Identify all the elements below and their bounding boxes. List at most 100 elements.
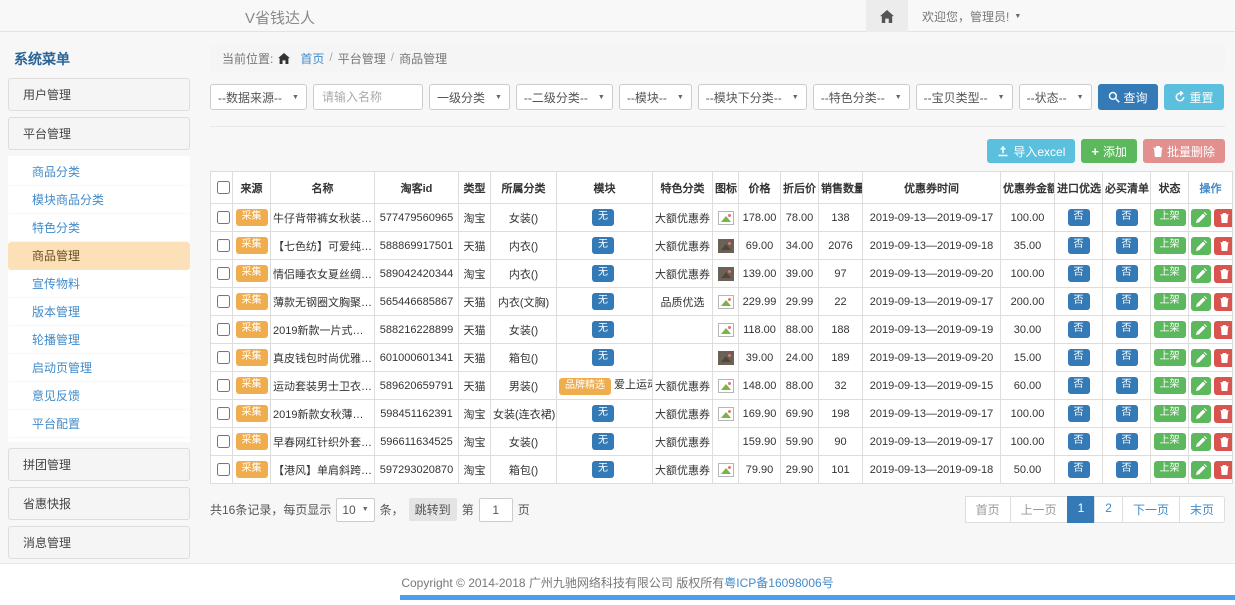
row-checkbox[interactable]: [217, 295, 230, 308]
must-buy-badge[interactable]: 否: [1116, 209, 1138, 226]
sidebar-subitem[interactable]: 轮播管理: [8, 326, 190, 354]
import-select-badge[interactable]: 否: [1068, 461, 1090, 478]
page-input[interactable]: [479, 498, 513, 522]
edit-button[interactable]: [1191, 349, 1211, 367]
edit-button[interactable]: [1191, 265, 1211, 283]
row-checkbox[interactable]: [217, 463, 230, 476]
row-checkbox[interactable]: [217, 351, 230, 364]
breadcrumb-label[interactable]: 平台管理: [338, 50, 386, 67]
page-button[interactable]: 上一页: [1010, 496, 1068, 523]
search-button[interactable]: 查询: [1098, 84, 1158, 110]
must-buy-badge[interactable]: 否: [1116, 237, 1138, 254]
delete-button[interactable]: [1214, 433, 1233, 451]
sidebar-subitem[interactable]: 宣传物料: [8, 270, 190, 298]
delete-button[interactable]: [1214, 237, 1233, 255]
sidebar-subitem[interactable]: 启动页管理: [8, 354, 190, 382]
row-checkbox[interactable]: [217, 267, 230, 280]
sidebar-subitem[interactable]: 商品管理: [8, 242, 190, 270]
import-select-badge[interactable]: 否: [1068, 265, 1090, 282]
import-select-badge[interactable]: 否: [1068, 321, 1090, 338]
filter-select[interactable]: --模块下分类--▼: [698, 84, 807, 110]
status-badge[interactable]: 上架: [1154, 321, 1186, 338]
must-buy-badge[interactable]: 否: [1116, 293, 1138, 310]
sidebar-subitem[interactable]: 特色分类: [8, 214, 190, 242]
edit-button[interactable]: [1191, 321, 1211, 339]
page-button[interactable]: 1: [1067, 496, 1096, 523]
delete-button[interactable]: [1214, 461, 1233, 479]
import-select-badge[interactable]: 否: [1068, 209, 1090, 226]
status-badge[interactable]: 上架: [1154, 433, 1186, 450]
delete-button[interactable]: [1214, 265, 1233, 283]
edit-button[interactable]: [1191, 293, 1211, 311]
delete-button[interactable]: [1214, 209, 1233, 227]
delete-button[interactable]: [1214, 405, 1233, 423]
status-badge[interactable]: 上架: [1154, 405, 1186, 422]
edit-button[interactable]: [1191, 237, 1211, 255]
row-checkbox[interactable]: [217, 323, 230, 336]
status-badge[interactable]: 上架: [1154, 293, 1186, 310]
row-checkbox[interactable]: [217, 379, 230, 392]
delete-button[interactable]: [1214, 377, 1233, 395]
sidebar-section[interactable]: 消息管理: [8, 526, 190, 559]
sidebar-section[interactable]: 用户管理: [8, 78, 190, 111]
sidebar-subitem[interactable]: 商品分类: [8, 158, 190, 186]
filter-select[interactable]: 一级分类▼: [429, 84, 510, 110]
import-excel-button[interactable]: 导入excel: [987, 139, 1075, 163]
status-badge[interactable]: 上架: [1154, 349, 1186, 366]
sidebar-subitem[interactable]: 模块商品分类: [8, 186, 190, 214]
jump-button[interactable]: 跳转到: [409, 498, 457, 521]
filter-select[interactable]: --特色分类--▼: [813, 84, 910, 110]
sidebar-section[interactable]: 平台管理: [8, 117, 190, 150]
status-badge[interactable]: 上架: [1154, 461, 1186, 478]
row-checkbox[interactable]: [217, 407, 230, 420]
row-checkbox[interactable]: [217, 239, 230, 252]
filter-select[interactable]: --状态--▼: [1019, 84, 1092, 110]
import-select-badge[interactable]: 否: [1068, 377, 1090, 394]
page-button[interactable]: 下一页: [1122, 496, 1180, 523]
sidebar-subitem[interactable]: 平台配置: [8, 410, 190, 438]
row-checkbox[interactable]: [217, 435, 230, 448]
must-buy-badge[interactable]: 否: [1116, 321, 1138, 338]
icp-link[interactable]: 粤ICP备16098006号: [724, 576, 833, 590]
user-menu[interactable]: 欢迎您，管理员! ▼: [908, 8, 1035, 25]
batch-delete-button[interactable]: 批量删除: [1143, 139, 1225, 163]
edit-button[interactable]: [1191, 377, 1211, 395]
home-button[interactable]: [866, 0, 908, 32]
page-button[interactable]: 首页: [965, 496, 1011, 523]
delete-button[interactable]: [1214, 293, 1233, 311]
breadcrumb-label[interactable]: 商品管理: [399, 50, 447, 67]
per-page-select[interactable]: 10 ▼: [336, 498, 374, 522]
must-buy-badge[interactable]: 否: [1116, 377, 1138, 394]
import-select-badge[interactable]: 否: [1068, 405, 1090, 422]
edit-button[interactable]: [1191, 433, 1211, 451]
status-badge[interactable]: 上架: [1154, 265, 1186, 282]
import-select-badge[interactable]: 否: [1068, 433, 1090, 450]
edit-button[interactable]: [1191, 209, 1211, 227]
import-select-badge[interactable]: 否: [1068, 237, 1090, 254]
add-button[interactable]: + 添加: [1081, 139, 1137, 163]
status-badge[interactable]: 上架: [1154, 237, 1186, 254]
import-select-badge[interactable]: 否: [1068, 293, 1090, 310]
select-all-checkbox[interactable]: [217, 181, 230, 194]
status-badge[interactable]: 上架: [1154, 377, 1186, 394]
sidebar-subitem[interactable]: 版本管理: [8, 298, 190, 326]
must-buy-badge[interactable]: 否: [1116, 265, 1138, 282]
filter-select[interactable]: --模块--▼: [619, 84, 692, 110]
filter-select[interactable]: --二级分类--▼: [516, 84, 613, 110]
name-input[interactable]: [313, 84, 423, 110]
status-badge[interactable]: 上架: [1154, 209, 1186, 226]
must-buy-badge[interactable]: 否: [1116, 461, 1138, 478]
filter-select[interactable]: --宝贝类型--▼: [916, 84, 1013, 110]
breadcrumb-label[interactable]: 首页: [300, 50, 324, 67]
sidebar-section[interactable]: 省惠快报: [8, 487, 190, 520]
edit-button[interactable]: [1191, 405, 1211, 423]
page-button[interactable]: 2: [1094, 496, 1123, 523]
must-buy-badge[interactable]: 否: [1116, 349, 1138, 366]
must-buy-badge[interactable]: 否: [1116, 405, 1138, 422]
reset-button[interactable]: 重置: [1164, 84, 1224, 110]
delete-button[interactable]: [1214, 321, 1233, 339]
must-buy-badge[interactable]: 否: [1116, 433, 1138, 450]
row-checkbox[interactable]: [217, 211, 230, 224]
data-source-select[interactable]: --数据来源-- ▼: [210, 84, 307, 110]
edit-button[interactable]: [1191, 461, 1211, 479]
